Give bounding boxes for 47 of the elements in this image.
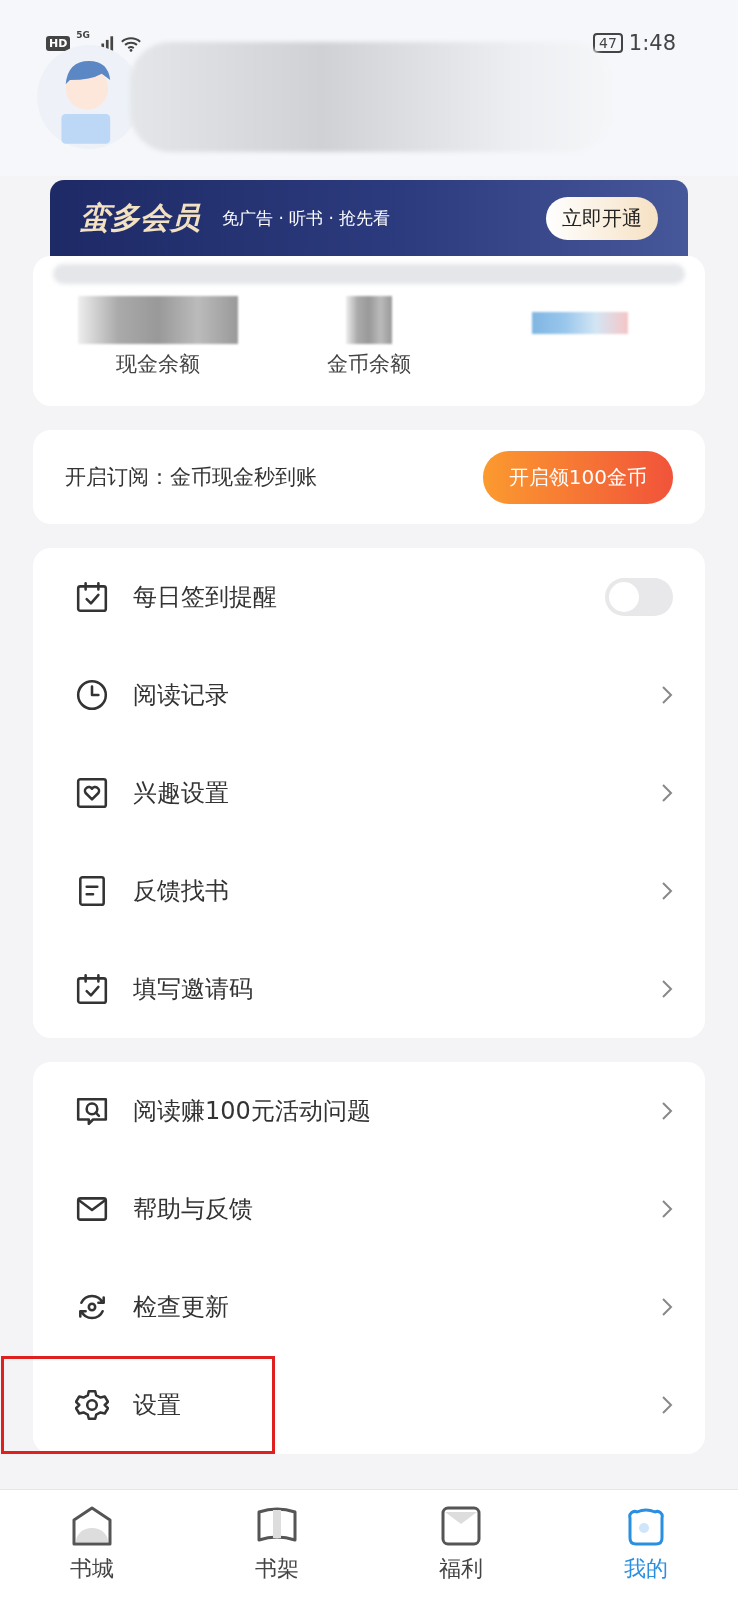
vip-perks: 免广告 · 听书 · 抢先看 [222,206,392,230]
clock-time: 1:48 [628,31,676,55]
chevron-icon [661,880,673,902]
calendar-icon [75,580,109,614]
network-label: 5G [76,30,90,40]
balance-label: 现金余额 [116,351,201,378]
menu-label: 填写邀请码 [133,974,254,1005]
menu-label: 阅读记录 [133,680,230,711]
nav-tab[interactable]: 书架 [184,1490,369,1600]
home-icon [70,1504,115,1548]
chevron-icon [661,978,673,1000]
subscribe-text: 开启订阅：金币现金秒到账 [65,464,317,491]
activate-button[interactable]: 立即开通 [546,196,658,240]
vip-title: 蛮多会员 [80,198,200,237]
mail-icon [439,1504,484,1548]
nav-tab[interactable]: 书城 [0,1490,185,1600]
chevron-icon [661,1296,673,1318]
menu-item[interactable]: 设置 [1,1356,275,1454]
chevron-icon [661,782,673,804]
wifi-icon [120,34,142,52]
menu-label: 兴趣设置 [133,778,230,809]
menu-item[interactable]: 反馈找书 [33,842,705,940]
chevron-icon [661,1100,673,1122]
blurred-value [346,296,392,344]
menu-item[interactable]: 阅读赚100元活动问题 [33,1062,705,1160]
nav-tab[interactable]: 福利 [369,1490,554,1600]
menu-item[interactable]: 阅读记录 [33,646,705,744]
chevron-icon [661,684,673,706]
chevron-icon [661,1198,673,1220]
menu-item[interactable]: 兴趣设置 [33,744,705,842]
calendar-icon [75,972,109,1006]
network-label: HD [46,35,71,51]
gear-icon [75,1388,109,1422]
clock-icon [75,678,109,712]
menu-label: 检查更新 [133,1292,230,1323]
menu-label: 设置 [133,1390,182,1421]
chevron-icon [661,1394,673,1416]
menu-label: 每日签到提醒 [133,582,278,613]
menu-label: 阅读赚100元活动问题 [133,1096,372,1127]
menu-item[interactable]: 帮助与反馈 [33,1160,705,1258]
vip-banner[interactable]: 蛮多会员 免广告 · 听书 · 抢先看 立即开通 [50,180,688,256]
balance-label: 金币余额 [327,351,411,378]
menu-label: 帮助与反馈 [133,1194,254,1225]
menu-item[interactable]: 检查更新 [33,1258,705,1356]
menu-item[interactable]: 每日签到提醒 [33,548,705,646]
menu-label: 反馈找书 [133,876,230,907]
menu-item[interactable]: 填写邀请码 [33,940,705,1038]
